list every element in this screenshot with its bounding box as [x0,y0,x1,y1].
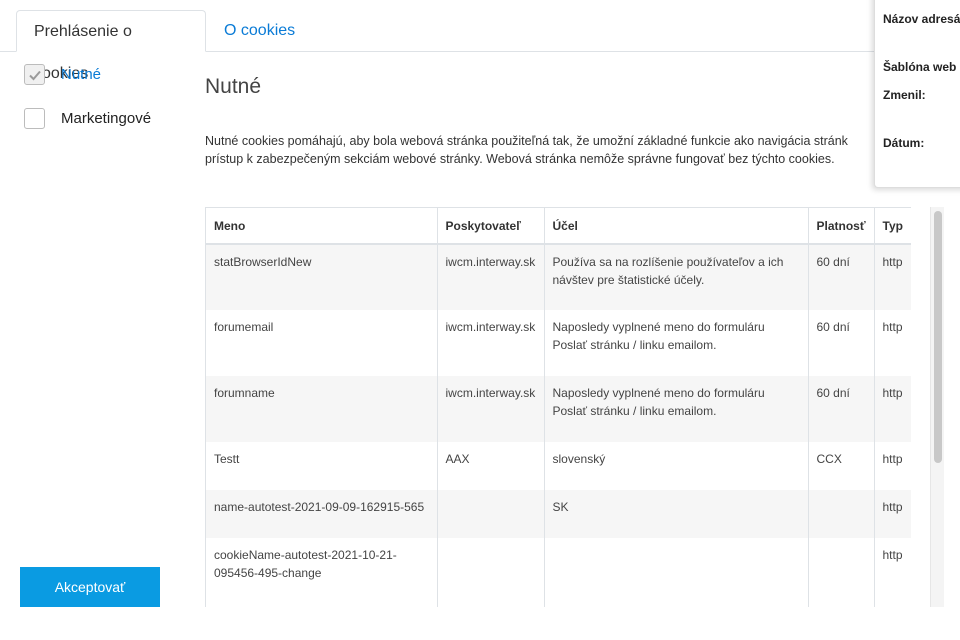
cookie-table-container: Meno Poskytovateľ Účel Platnosť Typ stat… [205,207,911,607]
cell-provider: iwcm.interway.sk [437,244,545,310]
purpose-line: Poslať stránku / linku emailom. [552,338,717,352]
cell-validity: CCX [808,442,875,490]
category-marketing[interactable]: Marketingové [24,107,151,129]
section-description-line: Nutné cookies pomáhajú, aby bola webová … [205,134,848,148]
table-row: forumemail iwcm.interway.sk Naposledy vy… [206,310,911,376]
purpose-line: Používa sa na rozlíšenie používateľov a … [552,255,784,269]
section-description: Nutné cookies pomáhajú, aby bola webová … [205,132,875,168]
cell-provider: iwcm.interway.sk [437,310,545,376]
accept-button[interactable]: Akceptovať [20,567,160,607]
tab-bar: Prehlásenie o cookies O cookies [0,0,960,82]
category-necessary-label: Nutné [61,65,102,83]
cell-purpose [544,538,809,607]
changed-by-label: Zmenil: [883,88,926,102]
tab-about-cookies[interactable]: O cookies [207,10,312,52]
cell-purpose: Používa sa na rozlíšenie používateľov a … [544,244,809,310]
cell-provider [437,490,545,538]
section-title: Nutné [205,75,262,98]
purpose-line: návštev pre štatistické účely. [552,273,705,287]
cell-purpose: slovenský [544,442,809,490]
table-row: forumname iwcm.interway.sk Naposledy vyp… [206,376,911,442]
cell-purpose: SK [544,490,809,538]
category-marketing-label: Marketingové [61,109,152,127]
cell-purpose: Naposledy vyplnené meno do formuláru Posl… [544,376,809,442]
cell-name: Testt [206,442,438,490]
cell-name: cookieName-autotest-2021-10-21- 095456-49… [206,538,438,607]
marketing-checkbox[interactable] [24,107,45,129]
cell-validity: 60 dní [808,376,875,442]
address-name-label: Názov adresá [883,12,960,26]
cell-purpose: Naposledy vyplnené meno do formuláru Posl… [544,310,809,376]
cell-type: http [874,442,911,490]
column-header-validity: Platnosť [808,208,875,245]
table-row: Testt AAX slovenský CCX http [206,442,911,490]
date-label: Dátum: [883,136,925,150]
category-necessary[interactable]: Nutné [24,63,101,85]
cell-provider: AAX [437,442,545,490]
tab-cookie-declaration[interactable]: Prehlásenie o cookies [16,10,206,82]
name-line: cookieName-autotest-2021-10-21- [214,548,397,562]
cell-validity: 60 dní [808,310,875,376]
checkmark-icon [29,70,41,80]
cell-validity [808,490,875,538]
purpose-line: Naposledy vyplnené meno do formuláru [552,320,765,334]
cell-name: forumemail [206,310,438,376]
table-row: name-autotest-2021-09-09-162915-565 SK h… [206,490,911,538]
scrollbar-thumb[interactable] [934,211,942,463]
cell-type: http [874,490,911,538]
purpose-line: Naposledy vyplnené meno do formuláru [552,386,765,400]
cell-name: name-autotest-2021-09-09-162915-565 [206,490,438,538]
cookie-dialog: Prehlásenie o cookies O cookies Nutné Ma… [0,0,960,640]
column-header-name: Meno [206,208,438,245]
cell-type: http [874,538,911,607]
cell-provider: iwcm.interway.sk [437,376,545,442]
table-header-row: Meno Poskytovateľ Účel Platnosť Typ [206,208,911,245]
cell-provider [437,538,545,607]
purpose-line: Poslať stránku / linku emailom. [552,404,717,418]
cell-validity [808,538,875,607]
cell-type: http [874,376,911,442]
page-info-panel: DocID: Názov adresá Šablóna web s Zmenil… [874,0,960,188]
cell-name: forumname [206,376,438,442]
column-header-type: Typ [874,208,911,245]
table-scrollbar[interactable] [930,207,944,607]
cell-type: http [874,310,911,376]
column-header-provider: Poskytovateľ [437,208,545,245]
cell-validity: 60 dní [808,244,875,310]
table-row: cookieName-autotest-2021-10-21- 095456-49… [206,538,911,607]
web-template-label: Šablóna web s [883,60,960,74]
section-description-line: prístup k zabezpečeným sekciám webové st… [205,152,835,166]
name-line: 095456-495-change [214,566,322,580]
table-row: statBrowserIdNew iwcm.interway.sk Použív… [206,244,911,310]
cookie-table: Meno Poskytovateľ Účel Platnosť Typ stat… [206,208,911,607]
cell-type: http [874,244,911,310]
cell-name: statBrowserIdNew [206,244,438,310]
necessary-checkbox[interactable] [24,63,45,85]
column-header-purpose: Účel [544,208,809,245]
